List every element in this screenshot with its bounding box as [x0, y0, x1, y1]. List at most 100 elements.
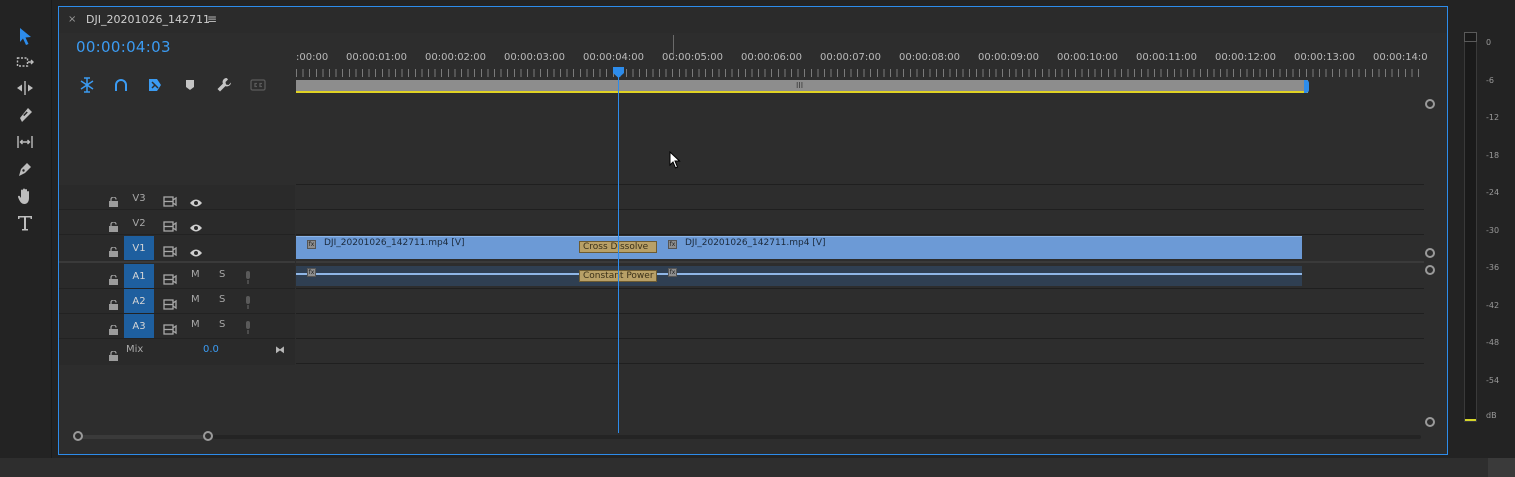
mute-button[interactable]: M — [191, 294, 200, 305]
lock-icon[interactable] — [109, 295, 118, 310]
mix-label: Mix — [126, 344, 144, 355]
fx-badge: fx — [307, 268, 316, 277]
ruler-label: 00:00:04:00 — [583, 52, 645, 63]
panel-menu-icon[interactable]: ≡ — [207, 12, 217, 26]
lock-icon[interactable] — [109, 242, 118, 257]
mouse-cursor-icon — [669, 151, 681, 169]
microphone-icon[interactable] — [244, 319, 252, 334]
lock-icon[interactable] — [109, 320, 118, 335]
scroll-track[interactable] — [213, 435, 1421, 439]
track-header-v3: V3 — [59, 186, 295, 210]
audio-scroll-bottom-knob[interactable] — [1425, 417, 1435, 427]
work-area-bar[interactable]: III — [296, 80, 1308, 93]
fx-badge: fx — [668, 240, 677, 249]
toggle-sync-lock-icon[interactable] — [163, 270, 177, 285]
ruler-label: 00:00:10:00 — [1057, 52, 1119, 63]
hand-icon[interactable] — [11, 184, 39, 208]
meter-label: -6 — [1486, 76, 1494, 85]
close-tab-button[interactable]: × — [68, 14, 76, 25]
track-label-a1[interactable]: A1 — [124, 264, 154, 288]
toggle-sync-lock-icon[interactable] — [163, 320, 177, 335]
meter-peak-indicator[interactable] — [1464, 32, 1477, 42]
track-label-v3[interactable]: V3 — [124, 186, 154, 210]
track-divider — [296, 209, 1424, 210]
sequence-tab-title[interactable]: DJI_20201026_142711 — [86, 13, 210, 26]
audio-clip-a1[interactable] — [296, 266, 1302, 286]
panel-tab-bar: × DJI_20201026_142711 ≡ — [59, 7, 1447, 33]
work-area-end-handle[interactable] — [1304, 80, 1309, 93]
audio-meter-bar — [1464, 32, 1477, 422]
ruler-label: 00:00:09:00 — [978, 52, 1040, 63]
meter-label: -30 — [1486, 226, 1500, 235]
playhead-timecode[interactable]: 00:00:04:03 — [76, 38, 171, 56]
microphone-icon[interactable] — [244, 294, 252, 309]
status-bar-button[interactable] — [1488, 458, 1515, 477]
type-icon[interactable] — [11, 211, 39, 235]
track-header-a1: A1 M S — [59, 264, 295, 288]
wrench-icon[interactable] — [215, 77, 233, 93]
toggle-sync-lock-icon[interactable] — [163, 217, 177, 232]
ruler-label: 00:00:12:00 — [1215, 52, 1277, 63]
mute-button[interactable]: M — [191, 269, 200, 280]
tools-panel — [0, 0, 52, 477]
lock-icon[interactable] — [109, 346, 118, 361]
solo-button[interactable]: S — [219, 269, 225, 280]
lock-icon[interactable] — [109, 192, 118, 207]
track-label-v2[interactable]: V2 — [124, 211, 154, 235]
add-marker-icon[interactable] — [146, 77, 164, 93]
lock-icon[interactable] — [109, 217, 118, 232]
track-divider — [296, 363, 1424, 364]
selection-tool-icon[interactable] — [11, 24, 39, 48]
marker-icon[interactable] — [181, 77, 199, 93]
work-area-grip[interactable]: III — [796, 80, 803, 92]
solo-button[interactable]: S — [219, 319, 225, 330]
timeline-zoom-scrollbar[interactable] — [73, 431, 1422, 441]
audio-level-line — [296, 273, 1302, 275]
toggle-sync-lock-icon[interactable] — [163, 295, 177, 310]
snap-icon[interactable] — [78, 77, 96, 93]
track-headers: V3 V2 V1 A1 M S A2 M S A3 M S Mix 0.0 ⧓ — [59, 185, 295, 365]
slip-icon[interactable] — [11, 130, 39, 154]
pen-icon[interactable] — [11, 157, 39, 181]
ripple-edit-icon[interactable] — [11, 76, 39, 100]
captions-icon[interactable] — [249, 77, 267, 93]
audio-scroll-top-knob[interactable] — [1425, 265, 1435, 275]
track-header-a3: A3 M S — [59, 314, 295, 338]
solo-button[interactable]: S — [219, 294, 225, 305]
track-select-icon[interactable] — [11, 50, 39, 74]
toggle-sync-lock-icon[interactable] — [163, 242, 177, 257]
ruler-label: 00:00:03:00 — [504, 52, 566, 63]
eye-icon[interactable] — [189, 218, 203, 232]
microphone-icon[interactable] — [244, 269, 252, 284]
track-divider — [296, 313, 1424, 314]
track-label-a2[interactable]: A2 — [124, 289, 154, 313]
ruler-label: 00:00:11:00 — [1136, 52, 1198, 63]
video-scroll-bottom-knob[interactable] — [1425, 248, 1435, 258]
track-divider — [296, 338, 1424, 339]
zoom-right-knob[interactable] — [203, 431, 213, 441]
eye-icon[interactable] — [189, 243, 203, 257]
fx-badge: fx — [668, 268, 677, 277]
meter-level — [1465, 419, 1476, 421]
toggle-sync-lock-icon[interactable] — [163, 192, 177, 207]
mix-track-icon[interactable]: ⧓ — [275, 345, 285, 356]
track-header-v2: V2 — [59, 211, 295, 235]
lock-icon[interactable] — [109, 270, 118, 285]
track-label-a3[interactable]: A3 — [124, 314, 154, 338]
video-scroll-top-knob[interactable] — [1425, 99, 1435, 109]
meter-label: -54 — [1486, 376, 1500, 385]
playhead-line — [618, 77, 619, 433]
track-label-v1[interactable]: V1 — [124, 236, 154, 260]
linked-selection-icon[interactable] — [112, 77, 130, 93]
razor-icon[interactable] — [11, 103, 39, 127]
header-divider — [59, 338, 295, 339]
mute-button[interactable]: M — [191, 319, 200, 330]
eye-icon[interactable] — [189, 193, 203, 207]
meter-label: 0 — [1486, 38, 1492, 47]
zoom-left-knob[interactable] — [73, 431, 83, 441]
mix-volume-value[interactable]: 0.0 — [203, 344, 219, 355]
zoom-scroll-thumb[interactable] — [81, 435, 211, 439]
meter-label: -48 — [1486, 338, 1500, 347]
ruler-label: 00:00:08:00 — [899, 52, 961, 63]
track-divider — [296, 234, 1424, 235]
